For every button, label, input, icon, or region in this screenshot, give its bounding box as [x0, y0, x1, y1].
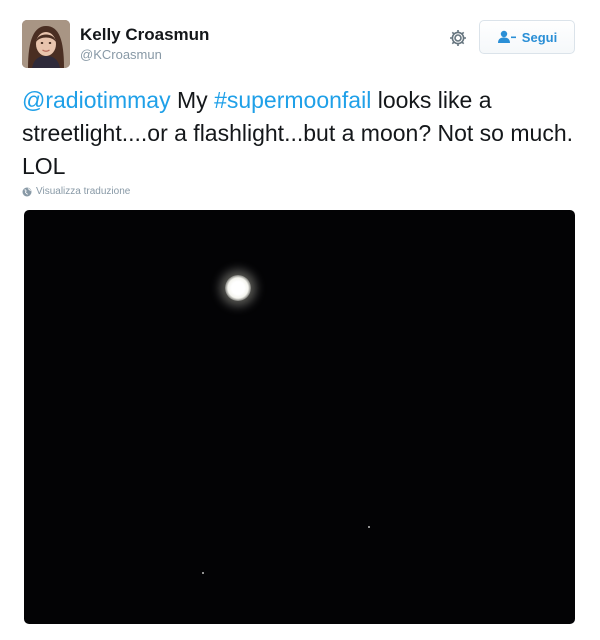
- user-handle[interactable]: @KCroasmun: [80, 47, 162, 62]
- avatar-image: [22, 20, 70, 68]
- translate-label: Visualizza traduzione: [36, 186, 131, 197]
- star-dot: [202, 572, 204, 574]
- tweet-photo[interactable]: [24, 210, 575, 624]
- user-display-name[interactable]: Kelly Croasmun: [80, 25, 209, 45]
- follow-button[interactable]: Segui: [479, 20, 575, 54]
- tweet-card: Kelly Croasmun @KCroasmun Segui @radioti…: [0, 0, 600, 640]
- globe-icon: [22, 187, 32, 196]
- moon: [225, 275, 251, 301]
- add-user-icon: [497, 30, 516, 43]
- tweet-text: @radiotimmay My #supermoonfail looks lik…: [22, 84, 582, 183]
- translate-link[interactable]: Visualizza traduzione: [22, 186, 130, 197]
- mention-link[interactable]: @radiotimmay: [22, 87, 171, 113]
- gear-icon[interactable]: [448, 28, 468, 48]
- hashtag-link[interactable]: #supermoonfail: [214, 87, 371, 113]
- avatar[interactable]: [22, 20, 70, 68]
- tweet-text-part-1: My: [170, 87, 215, 113]
- follow-button-label: Segui: [521, 29, 558, 45]
- star-dot: [368, 526, 370, 528]
